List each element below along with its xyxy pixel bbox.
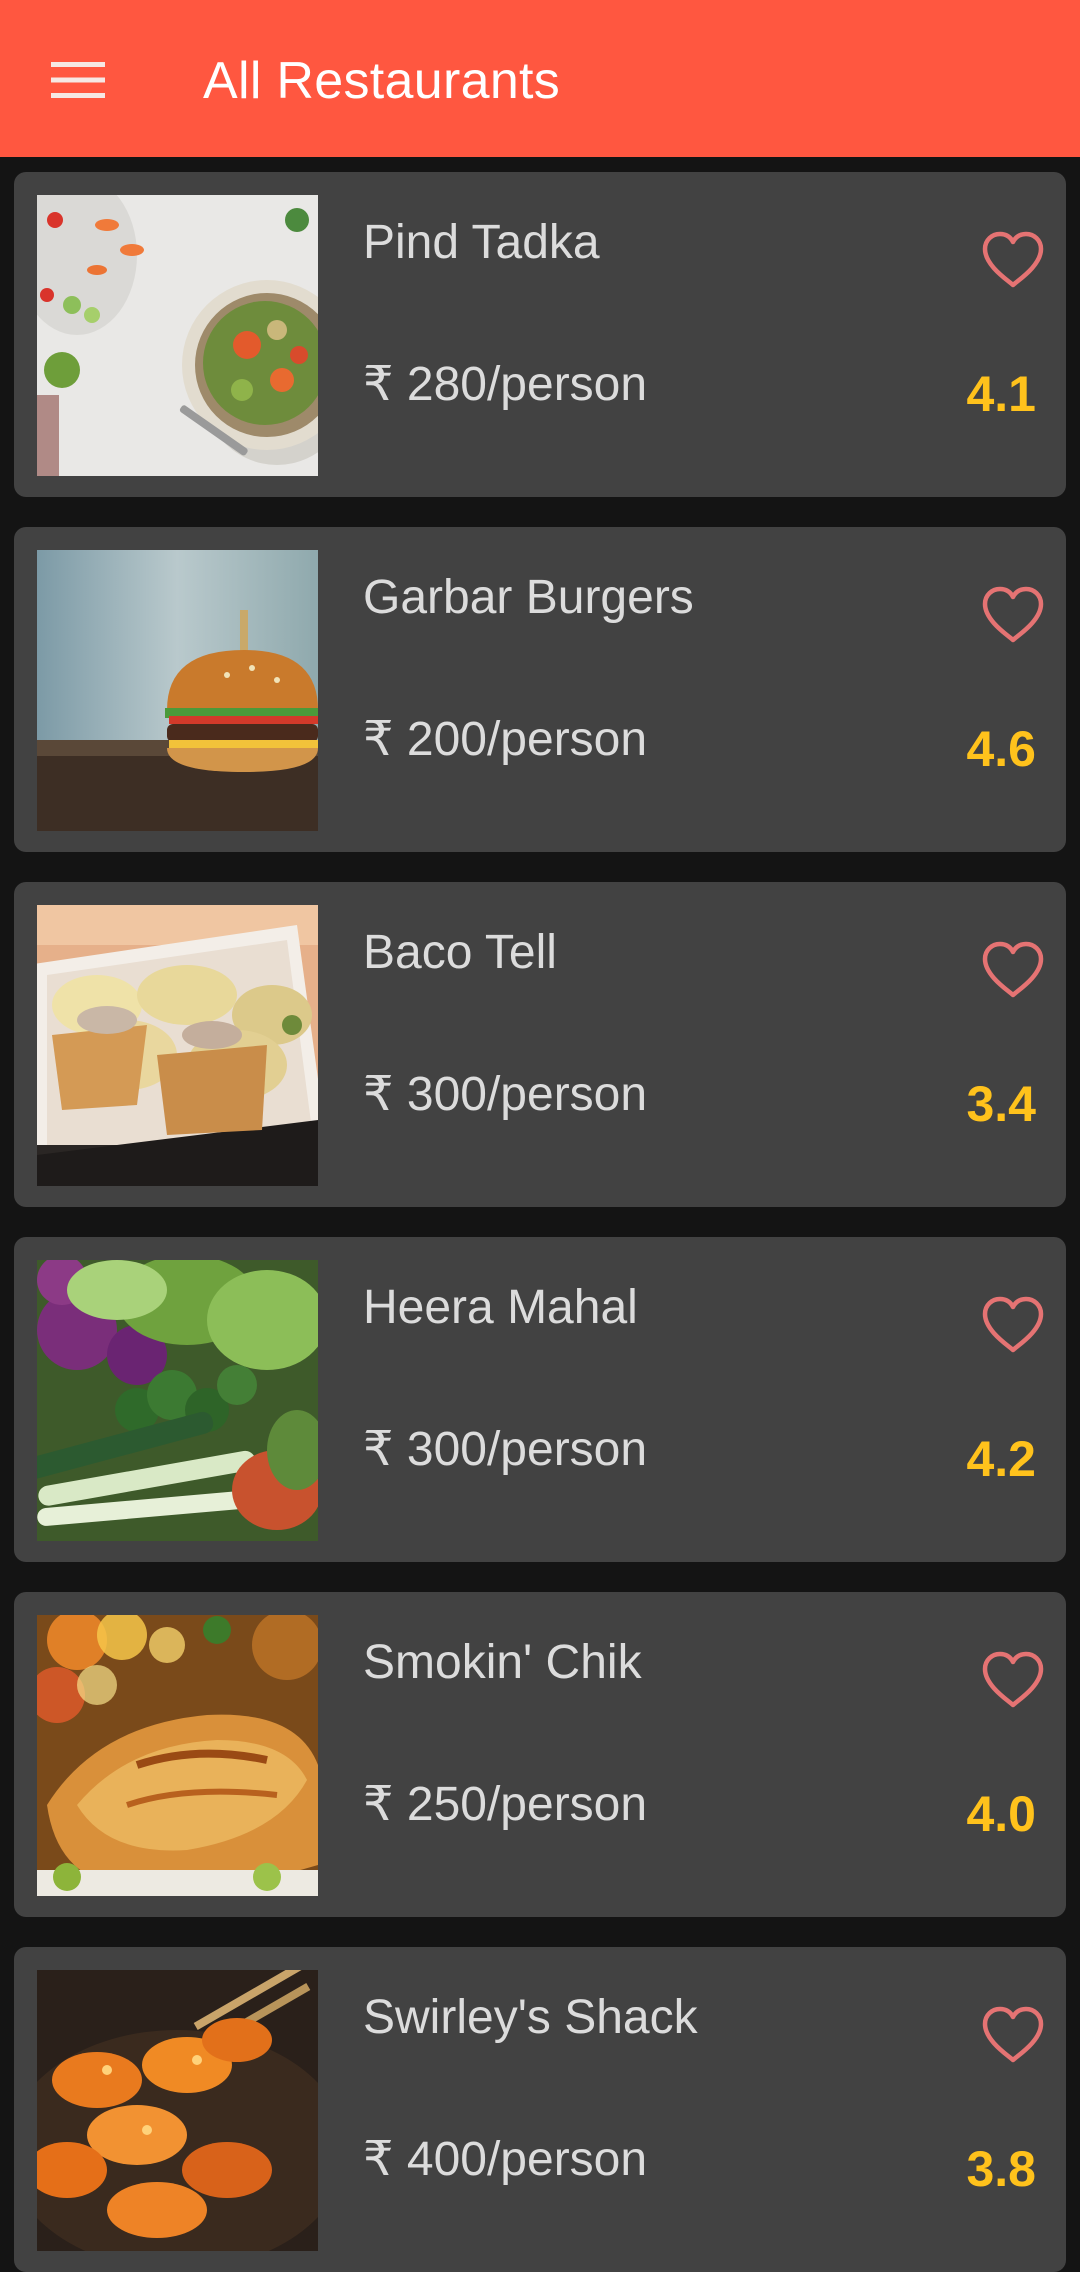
favorite-button[interactable] [981, 1295, 1045, 1355]
restaurant-image [37, 550, 318, 831]
restaurant-name: Baco Tell [363, 926, 557, 979]
restaurant-price: ₹ 280/person [363, 358, 648, 411]
menu-button[interactable] [38, 48, 118, 112]
restaurant-price: ₹ 300/person [363, 1068, 648, 1121]
favorite-button[interactable] [981, 585, 1045, 645]
restaurant-rating: 3.8 [966, 2141, 1036, 2197]
restaurant-image [37, 195, 318, 476]
restaurant-image [37, 1615, 318, 1896]
restaurant-price: ₹ 300/person [363, 1423, 648, 1476]
heart-outline-icon [982, 231, 1044, 288]
heart-outline-icon [982, 1651, 1044, 1708]
restaurant-card[interactable]: Smokin' Chik ₹ 250/person 4.0 [14, 1592, 1066, 1917]
heart-outline-icon [982, 586, 1044, 643]
restaurant-name: Smokin' Chik [363, 1636, 642, 1689]
favorite-button[interactable] [981, 230, 1045, 290]
restaurant-card[interactable]: Garbar Burgers ₹ 200/person 4.6 [14, 527, 1066, 852]
heart-outline-icon [982, 2006, 1044, 2063]
hamburger-menu-icon [51, 62, 105, 98]
page-title: All Restaurants [203, 52, 561, 110]
restaurant-price: ₹ 400/person [363, 2133, 648, 2186]
top-app-bar: All Restaurants [0, 0, 1080, 157]
restaurant-card[interactable]: Heera Mahal ₹ 300/person 4.2 [14, 1237, 1066, 1562]
heart-outline-icon [982, 1296, 1044, 1353]
restaurant-image [37, 1970, 318, 2251]
restaurant-image [37, 1260, 318, 1541]
restaurant-rating: 4.6 [966, 721, 1036, 777]
restaurant-price: ₹ 200/person [363, 713, 648, 766]
restaurant-name: Pind Tadka [363, 216, 600, 269]
favorite-button[interactable] [981, 2005, 1045, 2065]
restaurant-name: Heera Mahal [363, 1281, 638, 1334]
restaurant-rating: 4.2 [966, 1431, 1036, 1487]
heart-outline-icon [982, 941, 1044, 998]
restaurant-rating: 3.4 [966, 1076, 1036, 1132]
restaurant-card[interactable]: Swirley's Shack ₹ 400/person 3.8 [14, 1947, 1066, 2272]
restaurant-card[interactable]: Pind Tadka ₹ 280/person 4.1 [14, 172, 1066, 497]
restaurant-price: ₹ 250/person [363, 1778, 648, 1831]
restaurant-rating: 4.0 [966, 1786, 1036, 1842]
restaurant-rating: 4.1 [966, 366, 1036, 422]
restaurant-card[interactable]: Baco Tell ₹ 300/person 3.4 [14, 882, 1066, 1207]
restaurant-image [37, 905, 318, 1186]
restaurant-name: Garbar Burgers [363, 571, 694, 624]
favorite-button[interactable] [981, 940, 1045, 1000]
restaurant-name: Swirley's Shack [363, 1991, 698, 2044]
favorite-button[interactable] [981, 1650, 1045, 1710]
